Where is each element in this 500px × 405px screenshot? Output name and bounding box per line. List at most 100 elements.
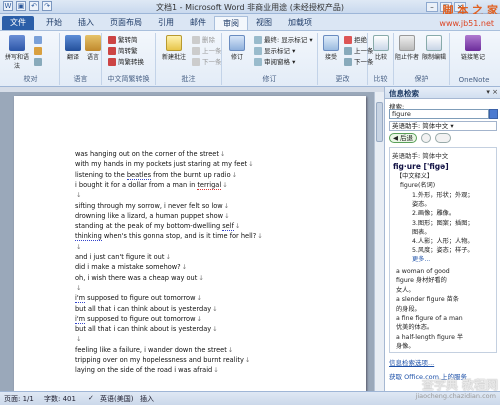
tab-review[interactable]: 审阅 (214, 16, 248, 30)
page-count[interactable]: 页面: 1/1 (4, 394, 34, 404)
document-line[interactable]: tripping over on my hopelessness and bur… (75, 356, 250, 365)
reviewing-pane-button[interactable]: 审阅窗格 ▾ (254, 57, 295, 67)
sense-item: 5.风度；姿态；样子。 (412, 247, 474, 255)
document-line[interactable]: was hanging out on the corner of the str… (75, 150, 225, 159)
group-label-comments: 批注 (181, 75, 196, 83)
document-line[interactable]: did i make a mistake somehow?↓ (75, 263, 187, 272)
markup-display-select[interactable]: 最终: 显示标记 ▾ (254, 35, 313, 45)
prev-icon (192, 47, 200, 55)
line-text: but all that i can think about is yester… (75, 304, 212, 313)
linked-notes-button[interactable]: 链接笔记 (460, 35, 486, 61)
example-line: figure 身材好看的 (396, 277, 447, 285)
paragraph-mark-icon: ↓ (181, 263, 188, 272)
document-line[interactable]: i'm supposed to figure out tomorrow↓ (75, 294, 203, 304)
proofing-mark[interactable]: thinking (75, 232, 102, 242)
document-line[interactable]: thinking when's this gonna stop, and is … (75, 232, 263, 242)
reject-button[interactable]: 拒绝 (344, 35, 367, 45)
track-changes-button[interactable]: 修订 (224, 35, 250, 61)
line-text: i'm supposed to figure out tomorrow (75, 314, 196, 324)
tab-home[interactable]: 开始 (38, 16, 70, 30)
document-line[interactable]: laying on the side of the road i was afr… (75, 366, 219, 375)
tab-addins[interactable]: 加载项 (280, 16, 320, 30)
paragraph-mark-icon: ↓ (227, 345, 234, 354)
paragraph-mark-icon: ↓ (196, 294, 203, 303)
proofing-mark[interactable]: self (222, 222, 234, 232)
vertical-scrollbar[interactable] (374, 92, 384, 391)
simp-to-trad-button[interactable]: 简转繁 (108, 46, 138, 56)
sense-item[interactable]: 更多... (412, 255, 430, 264)
thesaurus-button[interactable] (34, 46, 44, 56)
proofing-mark[interactable]: i'm (75, 314, 86, 324)
document-line[interactable]: ↓ (75, 243, 82, 252)
show-markup-button[interactable]: 显示标记 ▾ (254, 46, 295, 56)
word-count[interactable]: 字数: 401 (44, 394, 76, 404)
scrollbar-thumb[interactable] (376, 102, 383, 142)
title-bar: W ▣ ↶ ↷ 文档1 - Microsoft Word 非商业用途 (未经授权… (0, 0, 500, 17)
document-line[interactable]: and i just can't figure it out↓ (75, 253, 171, 262)
language-status[interactable]: 英语(美国) (100, 394, 133, 404)
reject-icon (344, 36, 352, 44)
document-line[interactable]: but all that i can think about is yester… (75, 305, 218, 314)
search-input[interactable]: figure (389, 109, 489, 119)
word-count-button[interactable] (34, 57, 44, 67)
convert-icon (108, 47, 116, 55)
group-language: 翻译 语言 语言 (60, 33, 102, 85)
close-pane-icon[interactable]: ▾ × (486, 88, 498, 96)
document-line[interactable]: i'm supposed to figure out tomorrow↓ (75, 314, 202, 324)
proofing-mark[interactable]: i'm (75, 294, 86, 304)
forward-button[interactable] (421, 133, 431, 143)
paragraph-mark-icon: ↓ (213, 366, 219, 375)
spelling-grammar-button[interactable]: 拼写和语法 (4, 35, 30, 70)
document-line[interactable]: feeling like a failure, i wander down th… (75, 346, 233, 355)
delete-comment-button[interactable]: 删除 (192, 35, 215, 45)
proofing-mark[interactable]: beatles (126, 170, 152, 180)
chinese-convert-button[interactable]: 简繁转换 (108, 57, 144, 67)
line-text: and i just can't figure it out (75, 253, 165, 261)
tab-file[interactable]: 文件 (2, 16, 34, 30)
watermark-brand: 查字典 教程网 (421, 378, 498, 392)
restrict-editing-button[interactable]: 限制编辑 (421, 35, 447, 61)
group-compare: 比较 比较 (368, 33, 394, 85)
research-options-link[interactable]: 信息检索选项... (389, 357, 434, 367)
source-select[interactable]: 英语助手: 简体中文 ▾ (389, 121, 497, 131)
trad-to-simp-button[interactable]: 繁转简 (108, 35, 138, 45)
document-line[interactable]: but all that i can think about is yester… (75, 325, 218, 334)
tab-view[interactable]: 视图 (248, 16, 280, 30)
document-line[interactable]: i bought it for a dollar from a man in t… (75, 180, 228, 190)
tab-insert[interactable]: 插入 (70, 16, 102, 30)
document-line[interactable]: oh, i wish there was a cheap way out↓ (75, 274, 204, 283)
research-options-icon[interactable] (435, 133, 451, 143)
paragraph-mark-icon: ↓ (76, 191, 82, 200)
line-text: i bought it for a dollar from a man in t… (75, 180, 222, 190)
document-line[interactable]: standing at the peak of my bottom-dwelli… (75, 222, 240, 232)
prev-comment-button[interactable]: 上一条 (192, 46, 222, 56)
next-comment-button[interactable]: 下一条 (192, 57, 222, 67)
document-line[interactable]: ↓ (75, 284, 82, 293)
minimize-button[interactable]: – (426, 2, 438, 12)
paragraph-mark-icon: ↓ (198, 273, 204, 282)
group-label-onenote: OneNote (458, 76, 490, 84)
markup-icon (254, 36, 262, 44)
paragraph-mark-icon: ↓ (248, 160, 254, 169)
insert-mode[interactable]: 插入 (140, 394, 154, 404)
accept-button[interactable]: 接受 (318, 35, 344, 61)
tab-page-layout[interactable]: 页面布局 (102, 16, 150, 30)
word-count-icon (34, 58, 42, 66)
block-authors-button[interactable]: 阻止作者 (394, 35, 420, 61)
back-button[interactable]: ◀ 后退 (389, 133, 417, 143)
new-comment-button[interactable]: 新建批注 (160, 35, 188, 61)
document-line[interactable]: drowning like a lizard, a human puppet s… (75, 212, 230, 221)
research-button[interactable] (34, 35, 44, 45)
spell-status-icon[interactable]: ✓ (88, 394, 94, 402)
proofing-mark[interactable]: terrigal (197, 180, 222, 190)
research-pane-title: 信息检索 (389, 89, 419, 98)
tab-references[interactable]: 引用 (150, 16, 182, 30)
document-line[interactable]: ↓ (75, 191, 82, 200)
search-go-button[interactable] (489, 109, 498, 119)
document-line[interactable]: sifting through my sorrow, i never felt … (75, 202, 229, 211)
compare-button[interactable]: 比较 (368, 35, 394, 61)
document-line[interactable]: listening to the beatles from the burnt … (75, 170, 237, 180)
document-line[interactable]: ↓ (75, 335, 82, 344)
document-line[interactable]: with my hands in my pockets just staring… (75, 160, 254, 169)
tab-mailings[interactable]: 邮件 (182, 16, 214, 30)
